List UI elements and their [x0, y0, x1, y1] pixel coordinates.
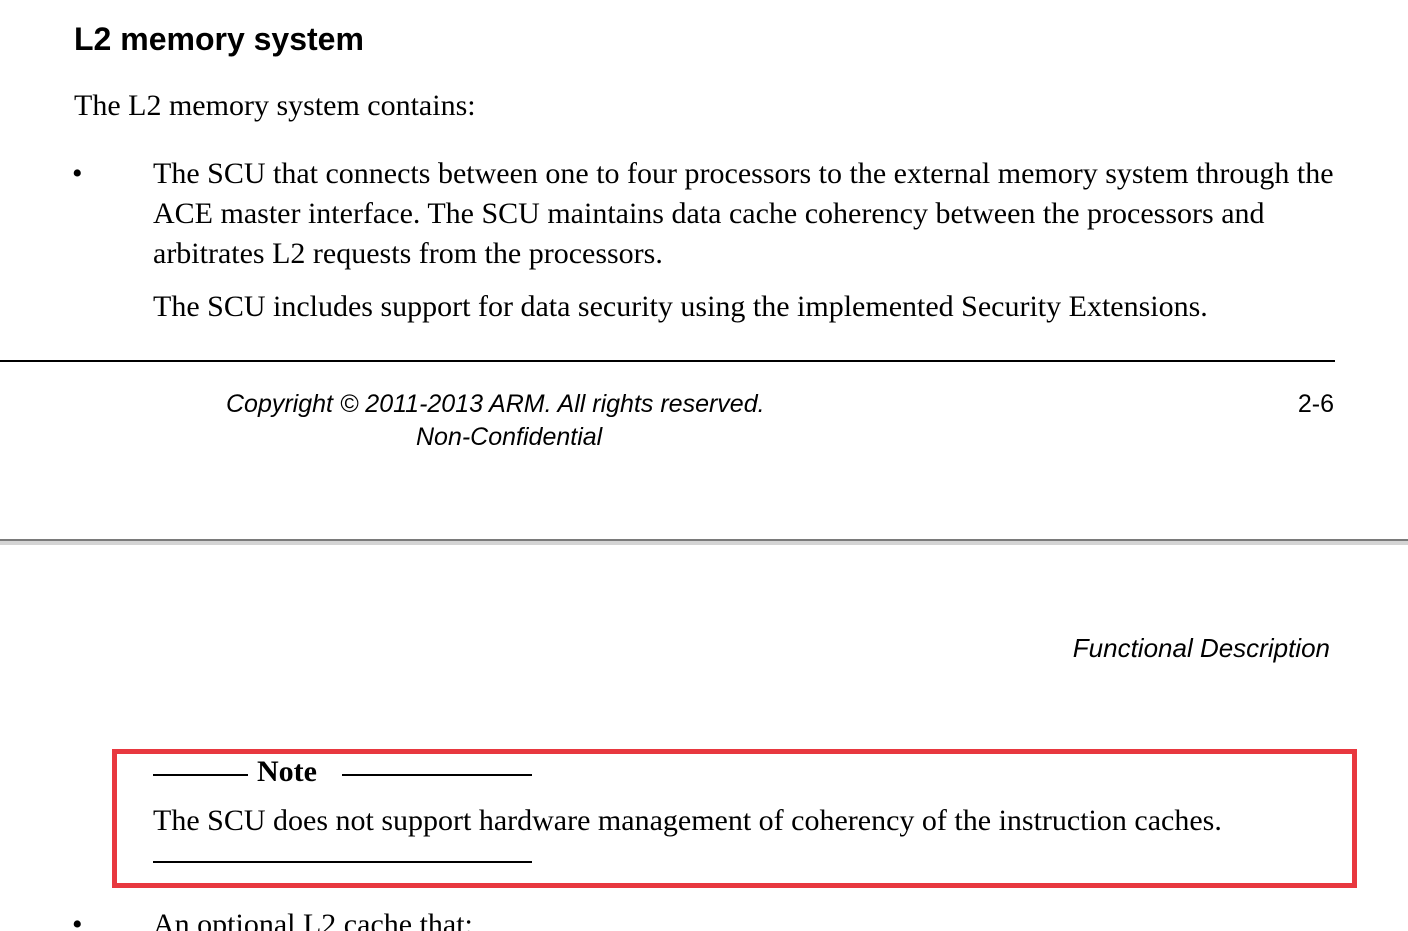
- page-bottom: Functional Description Note The SCU does…: [0, 545, 1408, 931]
- note-rule-bottom: [153, 861, 532, 863]
- page-top: L2 memory system The L2 memory system co…: [0, 0, 1408, 539]
- bullet-marker-2: •: [72, 908, 83, 931]
- page-number: 2-6: [1297, 390, 1334, 418]
- intro-paragraph: The L2 memory system contains:: [74, 89, 476, 122]
- bullet-text-l2-cache: An optional L2 cache that:: [153, 908, 473, 931]
- section-heading: L2 memory system: [74, 21, 364, 57]
- bullet-text-security: The SCU includes support for data securi…: [153, 290, 1208, 323]
- note-rule-right: [342, 774, 532, 776]
- footer-divider: [0, 360, 1335, 362]
- copyright-text: Copyright © 2011-2013 ARM. All rights re…: [226, 390, 765, 418]
- running-header: Functional Description: [1072, 633, 1330, 663]
- note-rule-left: [153, 774, 248, 776]
- bullet-text-scu: The SCU that connects between one to fou…: [153, 157, 1334, 270]
- confidentiality-label: Non-Confidential: [416, 423, 603, 451]
- note-title: Note: [257, 755, 317, 788]
- page-separator-line: [0, 539, 1408, 541]
- note-text: The SCU does not support hardware manage…: [153, 804, 1222, 837]
- bullet-marker: •: [72, 157, 83, 190]
